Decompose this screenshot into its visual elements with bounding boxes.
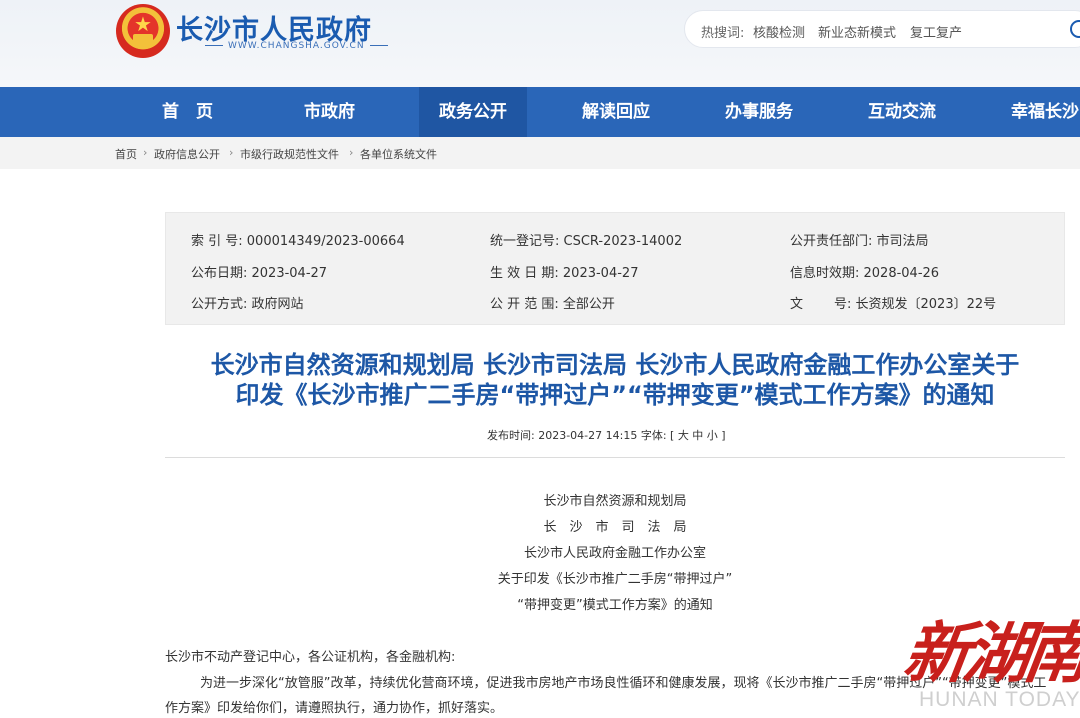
publish-date: 公布日期: 2023-04-27 — [191, 266, 328, 281]
document-number-label: 文 — [790, 297, 804, 312]
publish-meta[interactable]: 发布时间: 2023-04-27 14:15 字体: [ 大 中 小 ] — [487, 427, 726, 443]
nav-item-city-government[interactable]: 市政府 — [304, 87, 355, 137]
nav-item-interaction[interactable]: 互动交流 — [868, 87, 936, 137]
breadcrumb-info-disclosure[interactable]: 政府信息公开 — [154, 146, 220, 162]
national-emblem-icon[interactable]: ★ — [116, 4, 170, 58]
disclosure-method: 公开方式: 政府网站 — [191, 297, 304, 312]
disclosure-scope: 公 开 范 围: 全部公开 — [490, 297, 615, 312]
hunan-today-watermark-text: HUNAN TODAY — [919, 688, 1080, 711]
breadcrumb-unit-docs[interactable]: 各单位系统文件 — [360, 146, 437, 162]
breadcrumb: 首页 › 政府信息公开 › 市级行政规范性文件 › 各单位系统文件 — [0, 137, 1080, 169]
responsible-department: 公开责任部门: 市司法局 — [790, 234, 929, 249]
doc-header-line: 关于印发《长沙市推广二手房“带押过户” — [497, 572, 733, 587]
site-url: WWW.CHANGSHA.GOV.CN — [200, 41, 393, 51]
salutation: 长沙市不动产登记中心，各公证机构，各金融机构: — [165, 650, 456, 665]
effective-date: 生 效 日 期: 2023-04-27 — [490, 266, 639, 281]
doc-header-line: 长 沙 市 司 法 局 — [543, 520, 687, 535]
nav-item-interpretation[interactable]: 解读回应 — [582, 87, 650, 137]
expire-date: 信息时效期: 2028-04-26 — [790, 266, 940, 281]
nav-item-happy-changsha[interactable]: 幸福长沙 — [1011, 87, 1079, 137]
article-title-line: 印发《长沙市推广二手房“带押过户”“带押变更”模式工作方案》的通知 — [235, 381, 995, 409]
unified-register-number: 统一登记号: CSCR-2023-14002 — [490, 234, 683, 249]
breadcrumb-separator: › — [143, 146, 148, 159]
main-nav: 首 页 市政府 政务公开 解读回应 办事服务 互动交流 幸福长沙 — [0, 87, 1080, 137]
search-icon[interactable] — [1070, 20, 1080, 38]
article-title-line: 长沙市自然资源和规划局 长沙市司法局 长沙市人民政府金融工作办公室关于 — [210, 351, 1020, 379]
hot-words-label: 热搜词: — [701, 26, 745, 41]
divider — [165, 457, 1065, 458]
hot-word-link[interactable]: 新业态新模式 — [818, 22, 896, 41]
nav-item-government-affairs[interactable]: 政务公开 — [419, 87, 527, 137]
index-number: 索 引 号: 000014349/2023-00664 — [191, 234, 405, 249]
doc-header-line: 长沙市自然资源和规划局 — [543, 494, 687, 509]
nav-item-home[interactable]: 首 页 — [162, 87, 213, 137]
document-info-box: 索 引 号: 000014349/2023-00664 统一登记号: CSCR-… — [165, 212, 1065, 325]
breadcrumb-separator: › — [349, 146, 354, 159]
hot-word-link[interactable]: 复工复产 — [910, 22, 962, 41]
site-header: ★ 长沙市人民政府 WWW.CHANGSHA.GOV.CN 热搜词: 核酸检测 … — [0, 0, 1080, 87]
hot-word-link[interactable]: 核酸检测 — [753, 22, 805, 41]
body-paragraph-continuation: 作方案》印发给你们，请遵照执行，通力协作，抓好落实。 — [165, 701, 504, 716]
nav-item-services[interactable]: 办事服务 — [725, 87, 793, 137]
hunan-today-watermark-logo: 新湖南 — [898, 614, 1080, 692]
doc-header-line: 长沙市人民政府金融工作办公室 — [523, 546, 706, 561]
breadcrumb-normative-docs[interactable]: 市级行政规范性文件 — [240, 146, 339, 162]
article-title: 长沙市自然资源和规划局 长沙市司法局 长沙市人民政府金融工作办公室关于 印发《长… — [165, 350, 1065, 410]
document-number: 号: 长资规发〔2023〕22号 — [834, 297, 997, 312]
breadcrumb-home[interactable]: 首页 — [115, 146, 137, 162]
breadcrumb-separator: › — [229, 146, 234, 159]
search-bar[interactable]: 热搜词: 核酸检测 新业态新模式 复工复产 — [684, 10, 1080, 48]
